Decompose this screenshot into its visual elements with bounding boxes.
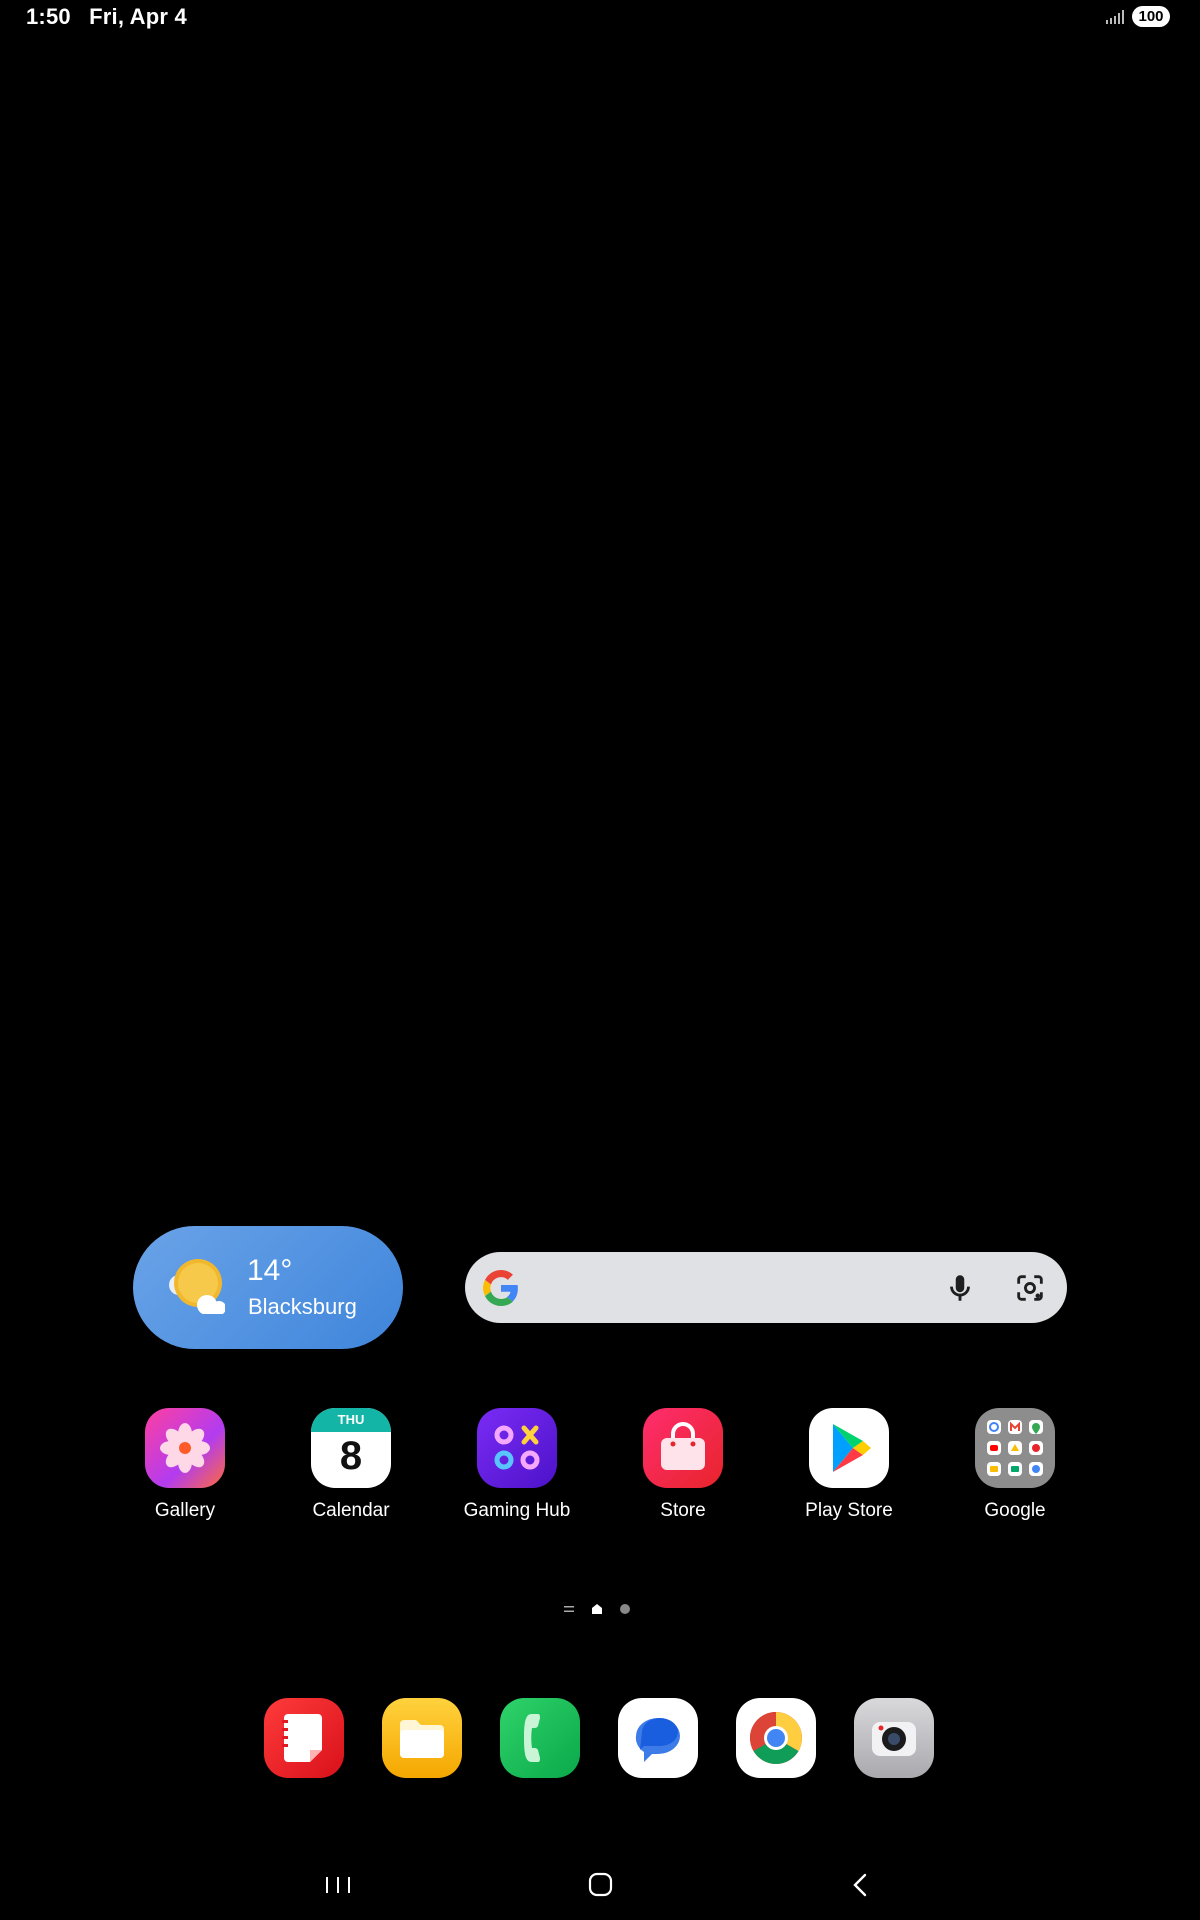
home-page-icon bbox=[592, 1604, 602, 1614]
weather-temperature: 14° bbox=[247, 1254, 293, 1287]
calendar-icon: THU 8 bbox=[311, 1408, 391, 1488]
app-label-google: Google bbox=[984, 1500, 1046, 1521]
app-gaming-hub[interactable]: Gaming Hub bbox=[442, 1408, 592, 1522]
recents-icon[interactable] bbox=[318, 1870, 358, 1900]
messages-icon[interactable] bbox=[618, 1698, 698, 1778]
google-g-icon bbox=[483, 1270, 518, 1306]
gallery-icon bbox=[145, 1408, 225, 1488]
phone-icon[interactable] bbox=[500, 1698, 580, 1778]
store-icon bbox=[643, 1408, 723, 1488]
weather-widget[interactable]: 14° Blacksburg bbox=[133, 1226, 403, 1349]
folder-icon[interactable] bbox=[382, 1698, 462, 1778]
app-label-calendar: Calendar bbox=[312, 1500, 390, 1521]
home-icon[interactable] bbox=[580, 1870, 620, 1900]
google-search-bar[interactable] bbox=[465, 1252, 1067, 1323]
status-right: 100 bbox=[1106, 6, 1170, 27]
microphone-icon[interactable] bbox=[943, 1270, 977, 1306]
app-google-folder[interactable]: Google bbox=[940, 1408, 1090, 1522]
app-label-store: Store bbox=[660, 1500, 706, 1521]
page-indicator[interactable] bbox=[563, 1603, 631, 1615]
notes-icon[interactable] bbox=[264, 1698, 344, 1778]
calendar-date: 8 bbox=[339, 1434, 363, 1478]
camera-lens-icon[interactable] bbox=[1013, 1270, 1047, 1306]
status-date: Fri, Apr 4 bbox=[89, 4, 187, 29]
page-dot bbox=[620, 1604, 630, 1614]
google-folder-icon bbox=[975, 1408, 1055, 1488]
chrome-icon[interactable] bbox=[736, 1698, 816, 1778]
status-time: 1:50 bbox=[26, 4, 71, 29]
gaming-hub-icon bbox=[477, 1408, 557, 1488]
app-label-gaming-hub: Gaming Hub bbox=[463, 1500, 571, 1521]
calendar-day: THU bbox=[337, 1412, 365, 1427]
play-store-icon bbox=[809, 1408, 889, 1488]
weather-location: Blacksburg bbox=[248, 1294, 357, 1319]
status-bar: 1:50 Fri, Apr 4 100 bbox=[0, 0, 1200, 36]
app-calendar[interactable]: THU 8 Calendar bbox=[276, 1408, 426, 1522]
app-gallery[interactable]: Gallery bbox=[110, 1408, 260, 1522]
app-label-play-store: Play Store bbox=[805, 1500, 893, 1521]
back-icon[interactable] bbox=[842, 1870, 882, 1900]
camera-icon[interactable] bbox=[854, 1698, 934, 1778]
app-label-gallery: Gallery bbox=[154, 1500, 216, 1521]
signal-icon bbox=[1106, 9, 1124, 24]
app-store[interactable]: Store bbox=[608, 1408, 758, 1522]
list-page-icon bbox=[564, 1606, 574, 1612]
partly-sunny-icon bbox=[169, 1259, 225, 1314]
status-left: 1:50 Fri, Apr 4 bbox=[26, 4, 199, 30]
app-play-store[interactable]: Play Store bbox=[774, 1408, 924, 1522]
battery-indicator: 100 bbox=[1132, 6, 1170, 27]
